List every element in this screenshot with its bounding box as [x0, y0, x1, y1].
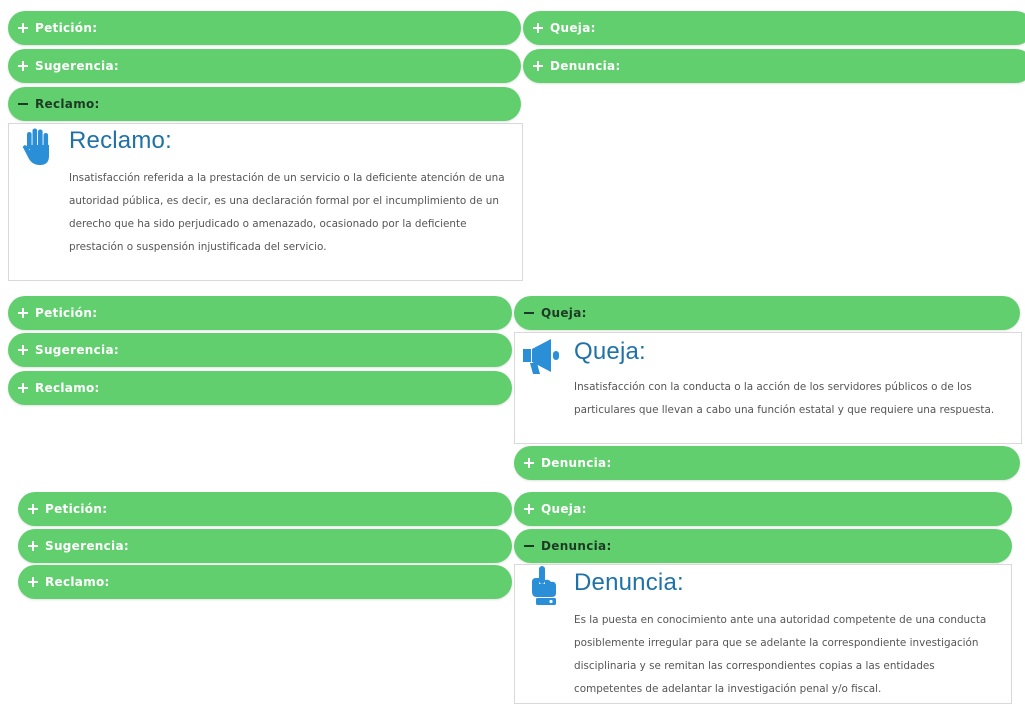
plus-icon	[28, 541, 38, 551]
panel-text: Insatisfacción con la conducta o la acci…	[574, 381, 995, 416]
plus-icon	[18, 345, 28, 355]
accordion-label: Queja:	[541, 306, 587, 320]
panel-denuncia: Denuncia: Es la puesta en conocimiento a…	[514, 564, 1012, 704]
accordion-label: Petición:	[35, 21, 98, 35]
plus-icon	[524, 458, 534, 468]
accordion-label: Reclamo:	[35, 381, 100, 395]
panel-text: Es la puesta en conocimiento ante una au…	[574, 614, 987, 695]
accordion-sugerencia[interactable]: Sugerencia:	[8, 333, 512, 367]
accordion-sugerencia[interactable]: Sugerencia:	[8, 49, 521, 83]
accordion-queja[interactable]: Queja:	[514, 296, 1020, 330]
hand-stop-icon	[22, 128, 49, 165]
panel-title: Denuncia:	[574, 569, 684, 596]
megaphone-icon	[523, 339, 559, 374]
accordion-reclamo[interactable]: Reclamo:	[8, 371, 512, 405]
accordion-label: Denuncia:	[541, 539, 612, 553]
accordion-label: Queja:	[541, 502, 587, 516]
plus-icon	[18, 61, 28, 71]
accordion-label: Denuncia:	[550, 59, 621, 73]
minus-icon	[524, 308, 534, 318]
plus-icon	[28, 577, 38, 587]
accordion-label: Sugerencia:	[45, 539, 129, 553]
accordion-queja[interactable]: Queja:	[514, 492, 1012, 526]
accordion-peticion[interactable]: Petición:	[18, 492, 512, 526]
plus-icon	[524, 504, 534, 514]
plus-icon	[533, 23, 543, 33]
panel-queja: Queja: Insatisfacción con la conducta o …	[514, 332, 1022, 444]
accordion-peticion[interactable]: Petición:	[8, 296, 512, 330]
accordion-queja[interactable]: Queja:	[523, 11, 1025, 45]
accordion-label: Reclamo:	[35, 97, 100, 111]
plus-icon	[18, 308, 28, 318]
accordion-peticion[interactable]: Petición:	[8, 11, 521, 45]
plus-icon	[533, 61, 543, 71]
accordion-sugerencia[interactable]: Sugerencia:	[18, 529, 512, 563]
panel-reclamo: Reclamo: Insatisfacción referida a la pr…	[8, 123, 523, 281]
accordion-label: Sugerencia:	[35, 343, 119, 357]
accordion-denuncia[interactable]: Denuncia:	[514, 529, 1012, 563]
minus-icon	[524, 541, 534, 551]
plus-icon	[28, 504, 38, 514]
panel-title: Reclamo:	[69, 127, 172, 154]
minus-icon	[18, 99, 28, 109]
accordion-label: Petición:	[35, 306, 98, 320]
accordion-label: Queja:	[550, 21, 596, 35]
accordion-label: Reclamo:	[45, 575, 110, 589]
accordion-reclamo[interactable]: Reclamo:	[18, 565, 512, 599]
accordion-reclamo[interactable]: Reclamo:	[8, 87, 521, 121]
accordion-denuncia[interactable]: Denuncia:	[514, 446, 1020, 480]
accordion-label: Sugerencia:	[35, 59, 119, 73]
panel-title: Queja:	[574, 338, 646, 365]
plus-icon	[18, 383, 28, 393]
accordion-label: Denuncia:	[541, 456, 612, 470]
panel-text: Insatisfacción referida a la prestación …	[69, 172, 505, 253]
accordion-label: Petición:	[45, 502, 108, 516]
plus-icon	[18, 23, 28, 33]
pointing-hand-icon	[532, 566, 556, 605]
accordion-denuncia[interactable]: Denuncia:	[523, 49, 1025, 83]
